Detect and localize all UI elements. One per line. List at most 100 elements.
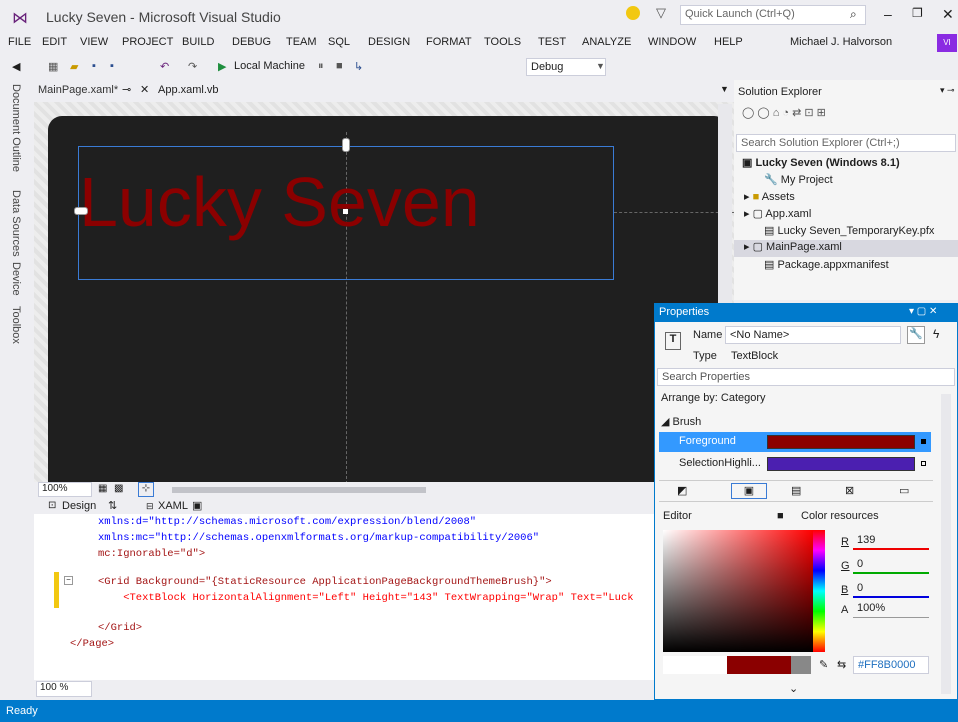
null-brush-icon[interactable]: ◩ <box>677 484 687 497</box>
tab-device[interactable]: Device <box>10 262 22 296</box>
collapse-icon[interactable]: − <box>64 576 73 585</box>
property-search-input[interactable]: Search Properties <box>657 368 955 386</box>
start-debug-icon[interactable]: ▶ <box>218 60 226 73</box>
property-marker[interactable] <box>921 461 926 466</box>
tab-xaml[interactable]: XAML <box>158 500 188 512</box>
zoom-select[interactable]: 100% <box>38 482 92 497</box>
menu-team[interactable]: TEAM <box>286 36 317 48</box>
pin-icon[interactable]: ⊸ <box>122 83 131 96</box>
new-project-icon[interactable]: ▦ <box>48 60 58 73</box>
solution-item-project[interactable]: ▣ Lucky Seven (Windows 8.1) <box>742 156 900 173</box>
tab-document-outline[interactable]: Document Outline <box>10 84 22 172</box>
design-surface[interactable]: Lucky Seven <box>34 102 734 484</box>
editor-zoom-select[interactable]: 100 % <box>36 681 92 697</box>
green-input[interactable]: 0 <box>853 556 929 574</box>
wrench-icon[interactable]: 🔧 <box>907 326 925 344</box>
menu-window[interactable]: WINDOW <box>648 36 696 48</box>
eyedropper-icon[interactable]: ✎ <box>819 658 828 671</box>
image-brush-icon[interactable]: ⊠ <box>845 484 854 497</box>
snap-grid-icon[interactable]: ▩ <box>114 483 123 494</box>
stop-icon[interactable]: ■ <box>336 60 343 72</box>
menu-test[interactable]: TEST <box>538 36 566 48</box>
swap-panes-icon[interactable]: ⇅ <box>108 499 117 512</box>
menu-help[interactable]: HELP <box>714 36 743 48</box>
tab-list-dropdown-icon[interactable]: ▼ <box>720 84 729 94</box>
menu-view[interactable]: VIEW <box>80 36 108 48</box>
anchor-handle[interactable] <box>74 207 88 215</box>
run-target[interactable]: Local Machine <box>234 60 305 72</box>
menu-build[interactable]: BUILD <box>182 36 214 48</box>
menu-analyze[interactable]: ANALYZE <box>582 36 631 48</box>
minimize-icon[interactable]: – <box>884 6 892 22</box>
properties-scrollbar[interactable] <box>941 394 951 694</box>
tab-design[interactable]: Design <box>62 500 96 512</box>
pin-icon[interactable]: ▾ ⊸ <box>940 85 955 96</box>
foreground-property-row[interactable]: Foreground <box>659 432 931 452</box>
brush-category[interactable]: ◢ Brush <box>661 415 701 428</box>
tab-app-xaml-vb[interactable]: App.xaml.vb <box>158 84 219 96</box>
solid-brush-icon[interactable]: ▣ <box>731 483 767 499</box>
collapse-pane-icon[interactable]: ▣ <box>192 499 202 512</box>
color-resources-tab[interactable]: Color resources <box>801 510 879 522</box>
swap-icon[interactable]: ⇆ <box>837 658 846 671</box>
events-icon[interactable]: ϟ <box>933 327 939 341</box>
red-input[interactable]: 139 <box>853 532 929 550</box>
solution-toolbar-icons[interactable]: ◯ ◯ ⌂ ◔ ⇄ ⊡ ⊞ <box>742 106 826 119</box>
alpha-input[interactable]: 100% <box>853 600 929 618</box>
close-icon[interactable]: ✕ <box>942 6 954 23</box>
undo-icon[interactable]: ↶ <box>160 60 169 73</box>
notification-filter-icon[interactable]: ▽ <box>656 5 666 21</box>
property-marker[interactable] <box>921 439 926 444</box>
menu-sql[interactable]: SQL <box>328 36 350 48</box>
anchor-handle[interactable] <box>342 138 350 152</box>
save-all-icon[interactable]: ▪ <box>110 60 114 72</box>
save-icon[interactable]: ▪ <box>92 60 96 72</box>
restore-icon[interactable]: ❐ <box>912 6 923 20</box>
hue-slider[interactable] <box>813 530 825 652</box>
solution-item-key[interactable]: ▤ Lucky Seven_TemporaryKey.pfx <box>764 224 934 241</box>
menu-edit[interactable]: EDIT <box>42 36 67 48</box>
solution-search-input[interactable]: Search Solution Explorer (Ctrl+;) <box>736 134 956 152</box>
back-icon[interactable]: ◀ <box>12 60 20 73</box>
grid-toggle-icon[interactable]: ▦ <box>98 483 107 494</box>
solution-item-manifest[interactable]: ▤ Package.appxmanifest <box>764 258 889 275</box>
expand-chevron-icon[interactable]: ⌄ <box>789 682 798 695</box>
close-tab-icon[interactable]: ✕ <box>140 83 149 96</box>
menu-design[interactable]: DESIGN <box>368 36 410 48</box>
hex-input[interactable]: #FF8B0000 <box>853 656 929 674</box>
window-controls-icon[interactable]: ▾ ▢ ✕ <box>909 306 937 317</box>
tab-data-sources[interactable]: Data Sources <box>10 190 22 257</box>
resize-handle[interactable] <box>343 209 348 214</box>
menu-tools[interactable]: TOOLS <box>484 36 521 48</box>
arrange-by-dropdown[interactable]: Arrange by: Category <box>661 392 766 404</box>
selection-property-row[interactable]: SelectionHighli... <box>659 454 931 474</box>
solution-item-mainpage[interactable]: ▸ ▢ MainPage.xaml <box>734 240 958 257</box>
menu-debug[interactable]: DEBUG <box>232 36 271 48</box>
user-name[interactable]: Michael J. Halvorson <box>790 36 892 48</box>
open-icon[interactable]: ▰ <box>70 60 78 73</box>
foreground-swatch[interactable] <box>767 435 915 449</box>
configuration-select[interactable]: Debug <box>526 58 606 76</box>
redo-icon[interactable]: ↷ <box>188 60 197 73</box>
properties-titlebar[interactable]: Properties ▾ ▢ ✕ <box>655 304 957 322</box>
name-input[interactable]: <No Name> <box>725 326 901 344</box>
artboard-icon[interactable]: ⊹ <box>138 482 154 497</box>
blue-input[interactable]: 0 <box>853 580 929 598</box>
xaml-editor[interactable]: xmlns:d="http://schemas.microsoft.com/ex… <box>34 514 734 680</box>
selection-swatch[interactable] <box>767 457 915 471</box>
pause-icon[interactable]: ⏸ <box>318 60 324 73</box>
tab-toolbox[interactable]: Toolbox <box>10 306 22 344</box>
quick-launch-input[interactable]: Quick Launch (Ctrl+Q) <box>680 5 866 25</box>
color-spectrum[interactable] <box>663 530 813 652</box>
horizontal-scrollbar[interactable] <box>172 487 426 493</box>
avatar[interactable]: VI <box>937 34 957 52</box>
solution-item-my-project[interactable]: 🔧 My Project <box>764 173 833 190</box>
step-into-icon[interactable]: ↳ <box>354 60 363 73</box>
solution-item-assets[interactable]: ▸ ■ Assets <box>744 190 795 207</box>
resource-brush-icon[interactable]: ▭ <box>899 484 909 497</box>
menu-file[interactable]: FILE <box>8 36 31 48</box>
menu-project[interactable]: PROJECT <box>122 36 173 48</box>
feedback-smiley-icon[interactable] <box>626 6 640 20</box>
gradient-brush-icon[interactable]: ▤ <box>791 484 801 497</box>
tab-mainpage[interactable]: MainPage.xaml* <box>38 84 118 96</box>
